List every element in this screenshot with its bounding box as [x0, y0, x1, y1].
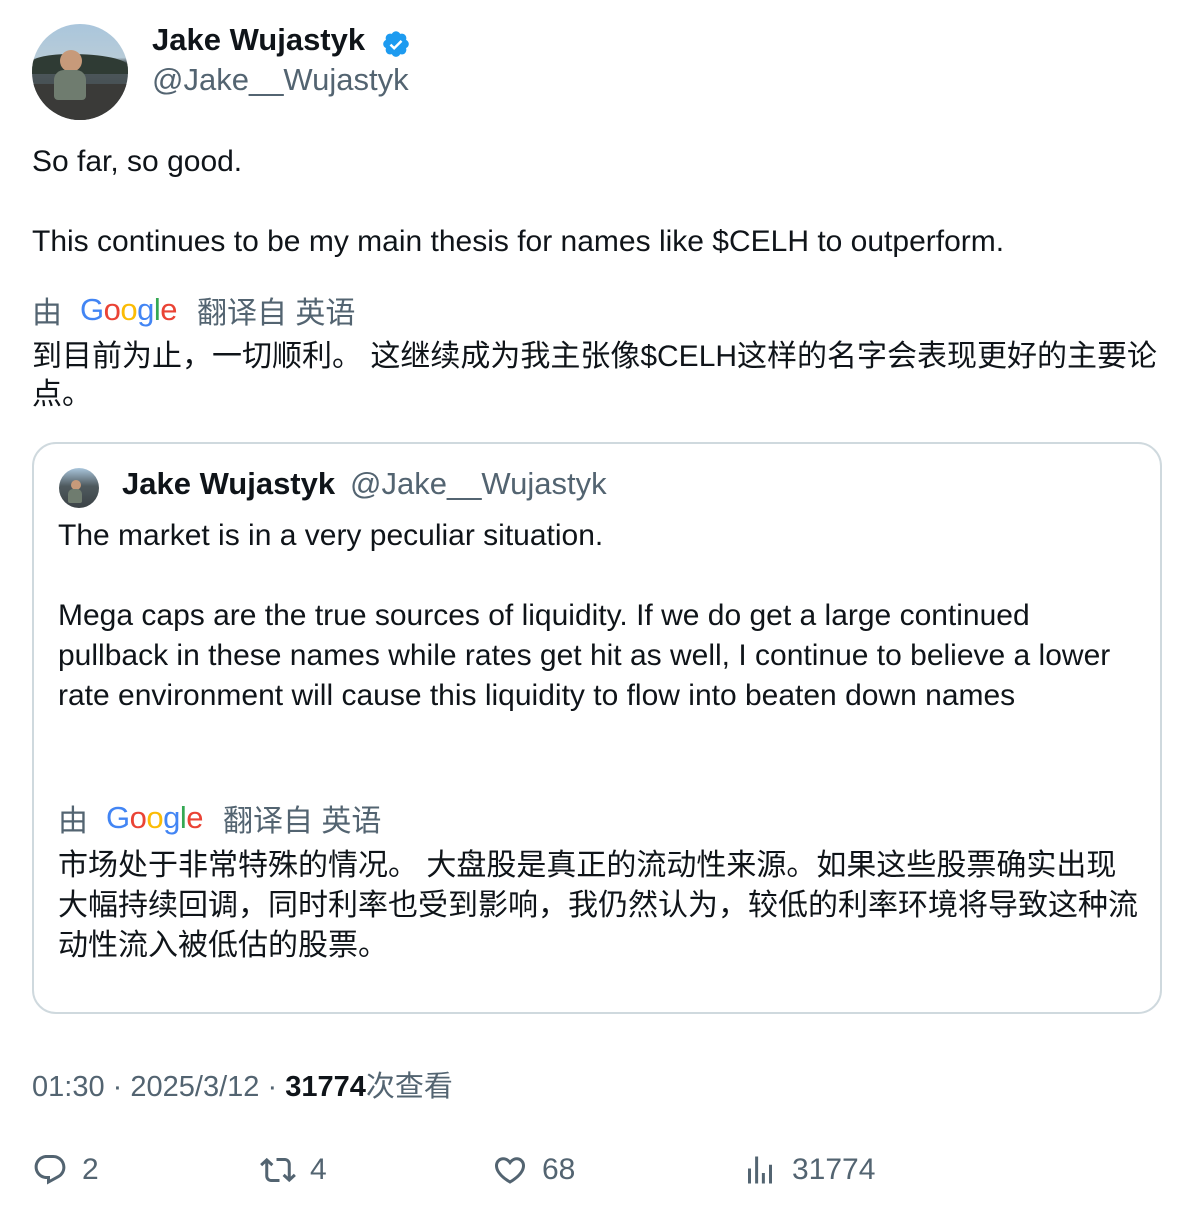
reply-count: 2 [82, 1153, 99, 1186]
retweet-count: 4 [310, 1153, 327, 1186]
avatar-body [54, 70, 86, 100]
quoted-author-name: Jake Wujastyk [122, 466, 336, 501]
reply-button[interactable]: 2 [32, 1150, 99, 1190]
views-button[interactable]: 31774 [742, 1150, 875, 1190]
quoted-tweet-card[interactable]: Jake Wujastyk @Jake__Wujastyk The market… [32, 442, 1162, 1014]
retweet-button[interactable]: 4 [260, 1150, 327, 1190]
meta-separator: · [112, 1071, 123, 1103]
avatar-head [60, 50, 82, 72]
tweet-meta: 01:30 · 2025/3/12 · 31774次查看 [32, 1063, 453, 1105]
quoted-translation-from: 翻译自 英语 [223, 805, 382, 838]
meta-separator: · [267, 1071, 278, 1103]
quoted-text-line1: The market is in a very peculiar situati… [58, 519, 604, 552]
tweet-text-line2: This continues to be my main thesis for … [32, 225, 1005, 258]
like-count: 68 [542, 1153, 576, 1186]
verified-badge-icon [383, 31, 409, 57]
view-count: 31774 [285, 1071, 366, 1103]
author-handle[interactable]: @Jake__Wujastyk [152, 62, 409, 98]
analytics-icon [748, 1156, 772, 1184]
google-logo-icon: Google [80, 292, 178, 327]
author-avatar[interactable] [32, 24, 128, 120]
views-count: 31774 [792, 1153, 876, 1186]
author-name[interactable]: Jake Wujastyk [152, 22, 365, 58]
quoted-translation-by: 由 [58, 805, 88, 838]
retweet-icon [260, 1157, 296, 1183]
quoted-google-logo-icon: Google [106, 800, 204, 835]
tweet-time[interactable]: 01:30 [32, 1071, 105, 1103]
view-count-label: 次查看 [365, 1071, 453, 1103]
quoted-text-line2: Mega caps are the true sources of liquid… [58, 599, 1111, 712]
quoted-translated-text: 市场处于非常特殊的情况。 大盘股是真正的流动性来源。如果这些股票确实出现大幅持续… [58, 849, 1138, 962]
quoted-author-handle: @Jake__Wujastyk [350, 466, 607, 501]
tweet-text-line1: So far, so good. [32, 145, 243, 178]
translation-from: 翻译自 英语 [197, 297, 356, 330]
translated-text: 到目前为止，一切顺利。 这继续成为我主张像$CELH这样的名字会表现更好的主要论… [32, 340, 1158, 411]
tweet-date[interactable]: 2025/3/12 [130, 1071, 259, 1103]
translation-by: 由 [32, 297, 62, 330]
quoted-translation-header: 由 Google 翻译自 英语 [58, 796, 381, 840]
translation-header: 由 Google 翻译自 英语 [32, 288, 355, 332]
quoted-avatar-body [68, 489, 82, 503]
reply-icon [34, 1155, 66, 1185]
like-button[interactable]: 68 [492, 1150, 575, 1190]
heart-icon [494, 1157, 526, 1184]
quoted-author-avatar [59, 468, 99, 508]
